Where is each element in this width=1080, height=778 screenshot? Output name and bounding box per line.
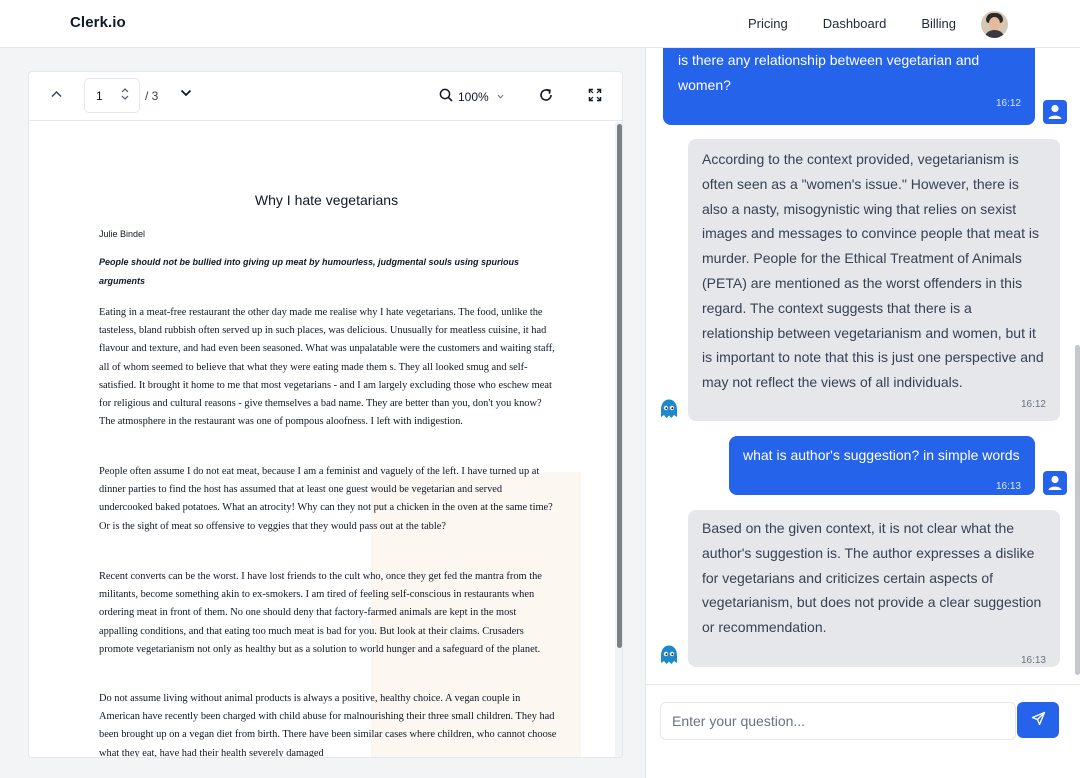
send-button[interactable] — [1017, 702, 1059, 738]
pdf-page: Why I hate vegetarians Julie Bindel Peop… — [29, 122, 614, 758]
chat-panel: is there any relationship between vegeta… — [645, 48, 1080, 778]
chat-input-area — [646, 684, 1080, 778]
chevron-up-icon[interactable] — [51, 89, 62, 101]
page-total: / 3 — [145, 89, 159, 103]
chat-message-user: what is author's suggestion? in simple w… — [729, 436, 1035, 495]
chat-message-user: is there any relationship between vegeta… — [663, 48, 1035, 125]
stepper-icon[interactable] — [121, 87, 129, 103]
document-subtitle: People should not be bullied into giving… — [99, 257, 520, 286]
bot-icon — [658, 643, 680, 667]
search-icon — [439, 88, 453, 105]
message-text: According to the context provided, veget… — [702, 151, 1044, 391]
document-author: Julie Bindel — [99, 229, 146, 239]
question-input[interactable] — [660, 702, 1016, 740]
nav-dashboard[interactable]: Dashboard — [823, 16, 887, 31]
send-icon — [1031, 711, 1046, 729]
fullscreen-icon[interactable] — [588, 88, 602, 107]
avatar-face — [989, 17, 1000, 30]
zoom-value: 100% — [458, 89, 489, 104]
chevron-down-icon[interactable] — [180, 86, 192, 101]
message-time: 16:13 — [1020, 655, 1046, 666]
document-paragraph: Recent converts can be the worst. I have… — [99, 571, 542, 655]
document-paragraph: Eating in a meat-free restaurant the oth… — [99, 307, 555, 428]
document-title: Why I hate vegetarians — [254, 192, 399, 208]
brand-logo[interactable]: Clerk.io — [70, 14, 126, 31]
message-time: 16:12 — [995, 98, 1021, 109]
user-icon — [1043, 471, 1067, 495]
chat-scrollbar-thumb[interactable] — [1075, 345, 1080, 675]
main-nav: Pricing Dashboard Billing — [748, 16, 956, 31]
nav-pricing[interactable]: Pricing — [748, 16, 788, 31]
document-paragraph: Do not assume living without animal prod… — [99, 693, 557, 758]
zoom-caret-icon — [497, 92, 504, 101]
viewer-scrollbar-thumb[interactable] — [617, 124, 622, 648]
user-icon — [1043, 100, 1067, 124]
avatar-body — [984, 30, 1005, 38]
bot-icon — [658, 397, 680, 421]
user-avatar[interactable] — [981, 11, 1008, 38]
nav-billing[interactable]: Billing — [921, 16, 956, 31]
chat-message-assistant: Based on the given context, it is not cl… — [688, 510, 1060, 667]
refresh-icon[interactable] — [538, 87, 554, 108]
document-paragraph: People often assume I do not eat meat, b… — [99, 466, 553, 532]
message-time: 16:12 — [1020, 399, 1046, 410]
message-text: what is author's suggestion? in simple w… — [743, 447, 1020, 463]
message-text: is there any relationship between vegeta… — [678, 52, 980, 93]
pdf-viewer: 1 / 3 100% Why I hate vegetarians Julie … — [28, 71, 623, 758]
page-number-input[interactable]: 1 — [84, 78, 140, 113]
chat-message-assistant: According to the context provided, veget… — [688, 139, 1060, 421]
zoom-control[interactable]: 100% — [439, 88, 504, 105]
message-text: Based on the given context, it is not cl… — [702, 520, 1042, 636]
viewer-toolbar: 1 / 3 100% — [29, 72, 622, 121]
message-time: 16:13 — [995, 481, 1021, 492]
top-navbar: Clerk.io Pricing Dashboard Billing — [0, 0, 1080, 48]
page-current: 1 — [96, 88, 103, 103]
